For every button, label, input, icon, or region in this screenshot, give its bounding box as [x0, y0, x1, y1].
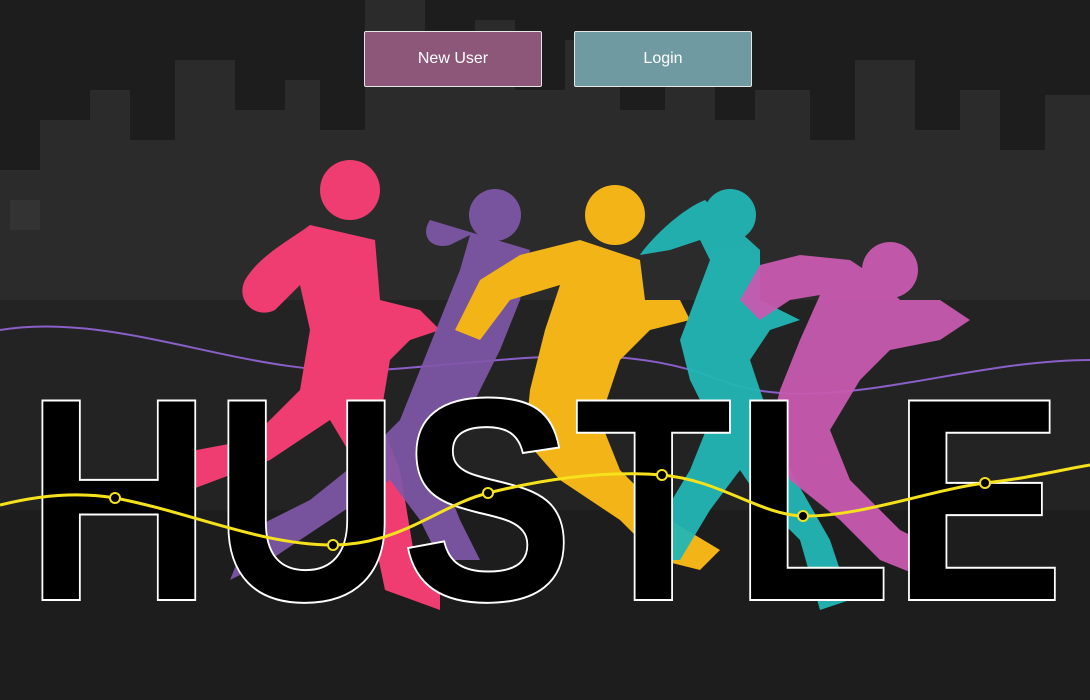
wave-marker — [797, 510, 809, 522]
wave-marker — [656, 469, 668, 481]
login-button[interactable]: Login — [574, 31, 752, 87]
hero-artwork: HUSTLE — [0, 0, 1090, 700]
wave-marker — [109, 492, 121, 504]
landing-page: HUSTLE New User Login — [0, 0, 1090, 700]
new-user-button[interactable]: New User — [364, 31, 542, 87]
wave-marker — [327, 539, 339, 551]
wave-marker — [979, 477, 991, 489]
wave-marker — [482, 487, 494, 499]
